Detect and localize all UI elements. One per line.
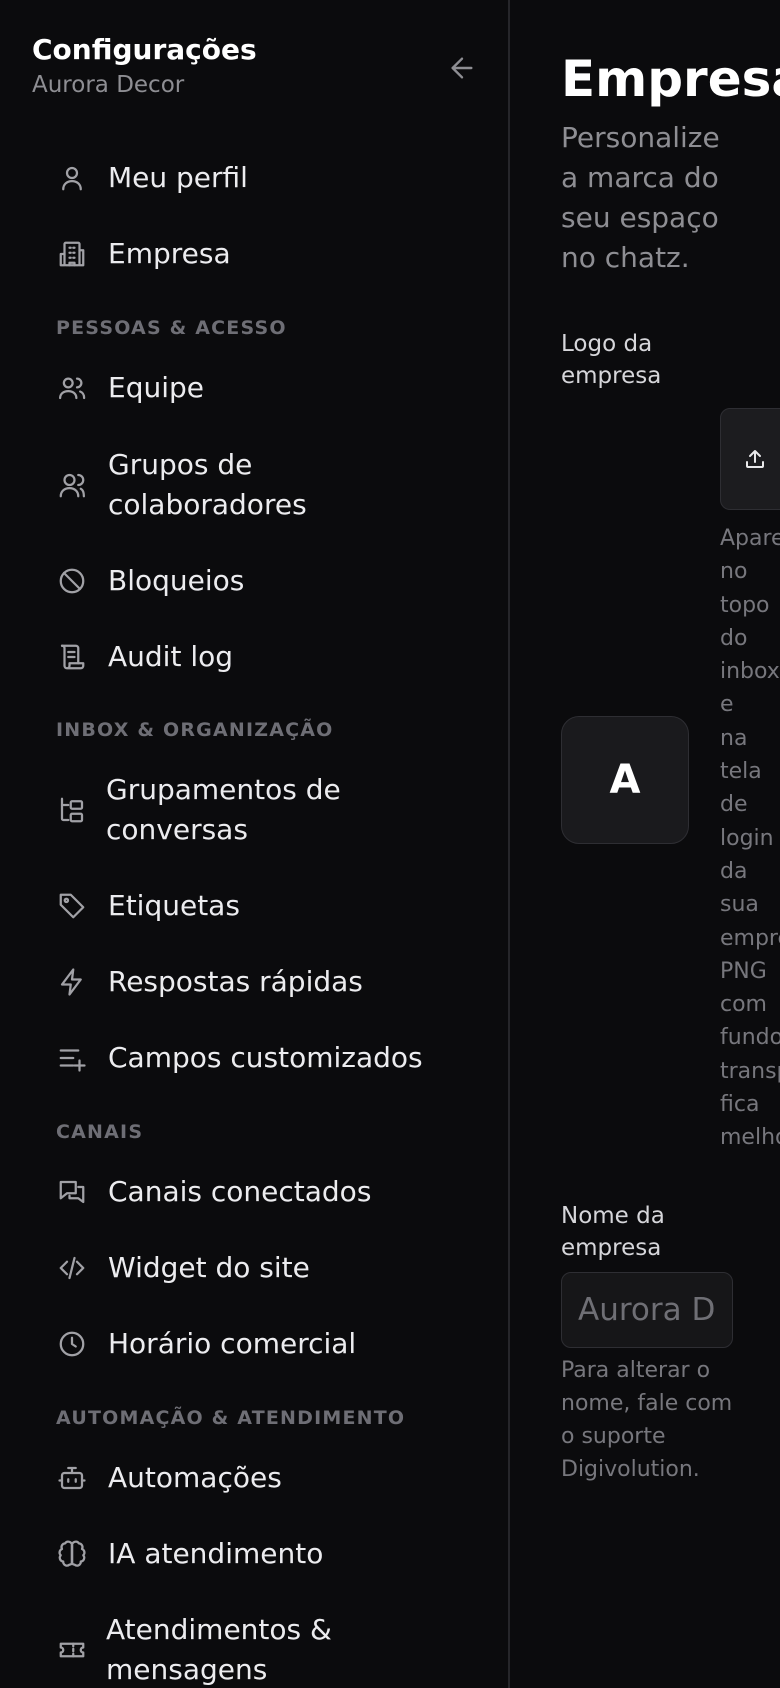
sidebar-item-bloqueios[interactable]: Bloqueios [56, 561, 244, 601]
sidebar-item-meu-perfil[interactable]: Meu perfil [56, 158, 248, 198]
sidebar-item-automacoes[interactable]: Automações [56, 1458, 282, 1498]
scroll-icon [56, 641, 88, 673]
sidebar-item-label: Widget do site [108, 1251, 310, 1284]
sidebar-item-label: Grupamentos de conversas [106, 773, 341, 846]
sidebar-item-grupamentos-de-conversas[interactable]: Grupamentos de conversas [56, 770, 366, 850]
user-icon [56, 162, 88, 194]
sidebar-item-equipe[interactable]: Equipe [56, 368, 204, 408]
code-icon [56, 1252, 88, 1284]
logo-hint: Aparece no topo do inbox e na tela de lo… [720, 526, 780, 1151]
company-name-hint: Para alterar o nome, fale com o suporte … [561, 1358, 733, 1482]
back-button[interactable] [446, 52, 478, 84]
sidebar-title: Configurações [32, 33, 257, 66]
section-label: PESSOAS & ACESSO [56, 317, 287, 339]
sidebar-item-etiquetas[interactable]: Etiquetas [56, 886, 240, 926]
sidebar-item-label: Equipe [108, 371, 204, 404]
sidebar-item-label: Meu perfil [108, 161, 248, 194]
sidebar-item-canais-conectados[interactable]: Canais conectados [56, 1172, 371, 1212]
sidebar-item-label: Atendimentos & mensagens [106, 1613, 332, 1686]
sidebar-item-label: Canais conectados [108, 1175, 372, 1208]
sidebar-item-audit-log[interactable]: Audit log [56, 637, 233, 677]
sidebar-item-empresa[interactable]: Empresa [56, 234, 231, 274]
settings-content: Empresa Personalize a marca do seu espaç… [511, 0, 780, 1688]
messages-icon [56, 1176, 88, 1208]
sidebar-item-label: Respostas rápidas [108, 965, 363, 998]
sidebar-item-label: Empresa [108, 237, 231, 270]
section-label: CANAIS [56, 1121, 144, 1143]
building-icon [56, 238, 88, 270]
sidebar-item-ia-atendimento[interactable]: IA atendimento [56, 1534, 323, 1574]
sidebar-item-atendimentos-mensagens[interactable]: Atendimentos & mensagens [56, 1610, 366, 1688]
sidebar-item-grupos-de-colaboradores[interactable]: Grupos de colaboradores [56, 445, 348, 525]
sidebar-item-label: Bloqueios [108, 564, 245, 597]
page-title: Empresa [561, 50, 780, 108]
sidebar-item-widget-do-site[interactable]: Widget do site [56, 1248, 310, 1288]
sidebar-item-label: Horário comercial [108, 1327, 357, 1360]
zap-icon [56, 966, 88, 998]
sidebar-item-respostas-rapidas[interactable]: Respostas rápidas [56, 962, 363, 1002]
upload-icon [746, 450, 764, 468]
sidebar-item-label: Automações [108, 1461, 282, 1494]
section-label: AUTOMAÇÃO & ATENDIMENTO [56, 1407, 406, 1429]
bot-icon [56, 1462, 88, 1494]
logo-label: Logo da empresa [561, 331, 662, 389]
logo-preview: A [561, 716, 689, 844]
sidebar-item-campos-customizados[interactable]: Campos customizados [56, 1038, 423, 1078]
company-name-label: Nome da empresa [561, 1203, 665, 1261]
sidebar-item-label: IA atendimento [108, 1537, 324, 1570]
company-name-field[interactable] [561, 1272, 733, 1348]
section-label: INBOX & ORGANIZAÇÃO [56, 719, 334, 741]
settings-sidebar: Configurações Aurora Decor Meu perfil Em… [0, 0, 510, 1688]
list-plus-icon [56, 1042, 88, 1074]
brain-icon [56, 1538, 88, 1570]
folder-tree-icon [56, 794, 88, 826]
user-group-icon [56, 469, 88, 501]
sidebar-item-label: Audit log [108, 640, 234, 673]
logo-placeholder-letter: A [609, 757, 641, 803]
workspace-name: Aurora Decor [32, 72, 185, 98]
ticket-icon [56, 1634, 88, 1666]
tag-icon [56, 890, 88, 922]
ban-icon [56, 565, 88, 597]
users-icon [56, 372, 88, 404]
clock-icon [56, 1328, 88, 1360]
sidebar-item-label: Campos customizados [108, 1041, 423, 1074]
sidebar-item-label: Grupos de colaboradores [108, 448, 307, 521]
arrow-left-icon [451, 57, 473, 79]
upload-logo-button[interactable] [720, 408, 780, 510]
sidebar-item-horario-comercial[interactable]: Horário comercial [56, 1324, 356, 1364]
sidebar-item-label: Etiquetas [108, 889, 240, 922]
page-description: Personalize a marca do seu espaço no cha… [561, 121, 720, 274]
